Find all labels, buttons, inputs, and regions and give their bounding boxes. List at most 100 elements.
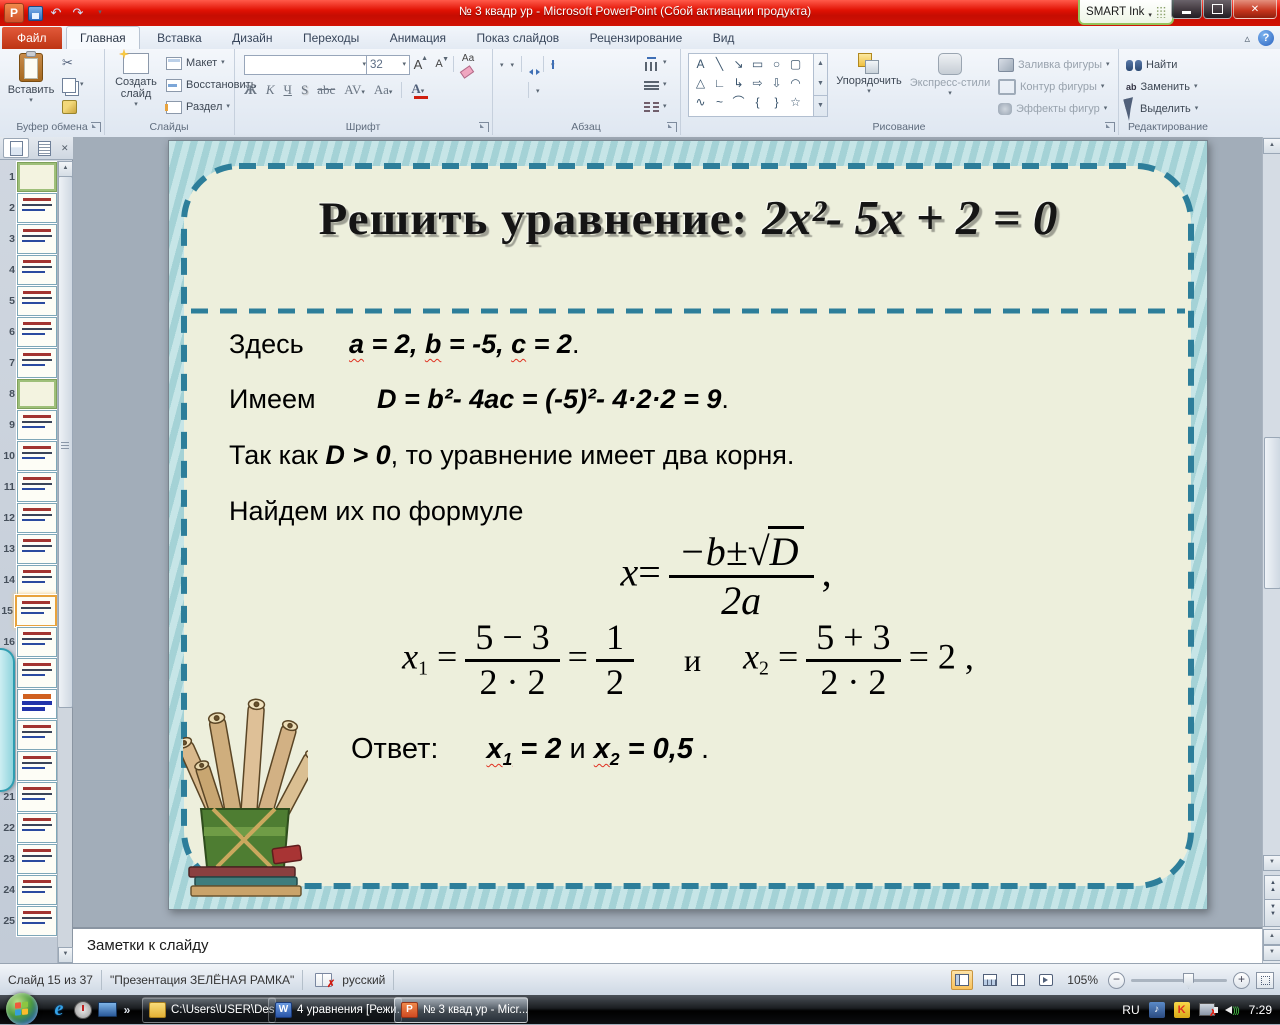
find-button[interactable]: Найти xyxy=(1126,56,1177,74)
font-dialog-launcher-icon[interactable] xyxy=(479,122,489,132)
help-icon[interactable]: ? xyxy=(1258,30,1274,46)
slides-tab[interactable] xyxy=(3,138,29,158)
notes-scrollbar[interactable]: ▲ ▼ xyxy=(1262,927,1280,963)
fit-to-window-button[interactable] xyxy=(1256,971,1274,989)
slide-thumbnail-1[interactable]: 1 xyxy=(0,160,58,193)
shape-icon[interactable]: { xyxy=(748,93,767,112)
shape-icon[interactable]: ◠ xyxy=(786,74,805,93)
spellcheck-icon[interactable]: ✗ xyxy=(315,973,335,990)
slide-thumbnail-15[interactable]: 15 xyxy=(0,593,58,628)
change-case-button[interactable]: Аа▾ xyxy=(374,82,393,98)
notes-pane[interactable]: Заметки к слайду xyxy=(73,927,1262,965)
shape-icon[interactable]: ○ xyxy=(767,55,786,74)
line-spacing-button[interactable]: ▾ xyxy=(551,58,555,70)
slide-thumbnail-22[interactable]: 22 xyxy=(0,811,58,844)
volume-tray-icon[interactable]: ))) xyxy=(1213,1002,1240,1018)
normal-view-button[interactable] xyxy=(951,970,974,990)
slide-scrollbar[interactable]: ▲ ▼ ▲ ▲ ▼ ▼ xyxy=(1262,137,1280,927)
shape-icon[interactable]: ⇨ xyxy=(748,74,767,93)
underline-button[interactable]: Ч xyxy=(284,82,292,98)
align-text-button[interactable]: ▾ xyxy=(644,76,667,94)
body-line-1[interactable]: Здесь a = 2, b = -5, c = 2. xyxy=(229,329,579,360)
network-tray-icon[interactable]: ✗ xyxy=(1198,1002,1218,1019)
close-button[interactable]: ✕ xyxy=(1233,0,1277,19)
shape-icon[interactable]: ↘ xyxy=(729,55,748,74)
taskbar-window-word[interactable]: W4 уравнения [Режи... xyxy=(268,997,402,1023)
shape-icon[interactable]: ⌒ xyxy=(729,93,748,112)
slide-thumbnail-12[interactable]: 12 xyxy=(0,501,58,534)
zoom-slider-thumb[interactable] xyxy=(1183,972,1194,989)
cut-button[interactable]: ✂ xyxy=(62,54,73,72)
text-shadow-button[interactable]: S xyxy=(301,82,308,98)
next-slide-button[interactable]: ▼ ▼ xyxy=(1264,899,1280,927)
notes-scroll-up-icon[interactable]: ▲ xyxy=(1263,929,1280,945)
slide-thumbnail-14[interactable]: 14 xyxy=(0,563,58,596)
slide-thumbnail-2[interactable]: 2 xyxy=(0,191,58,224)
shape-outline-button[interactable]: Контур фигуры ▾ xyxy=(998,78,1104,96)
convert-smartart-button[interactable]: ▾ xyxy=(644,98,667,116)
formula-root-values[interactable]: x1 = 5 − 32 · 2 = 1 2 и x2 = 5 + 32 · 2 = 2 , xyxy=(169,618,1207,702)
gallery-down-icon[interactable]: ▼ xyxy=(814,74,827,94)
tab-view[interactable]: Вид xyxy=(700,27,748,49)
slide-thumbnail-7[interactable]: 7 xyxy=(0,346,58,379)
shape-icon[interactable]: ↳ xyxy=(729,74,748,93)
gallery-up-icon[interactable]: ▲ xyxy=(814,54,827,74)
drawing-dialog-launcher-icon[interactable] xyxy=(1105,122,1115,132)
panel-scroll-up-icon[interactable]: ▲ xyxy=(58,161,73,177)
shape-icon[interactable]: ⇩ xyxy=(767,74,786,93)
internet-explorer-icon[interactable]: e xyxy=(48,998,70,1021)
italic-button[interactable]: К xyxy=(266,82,275,98)
scroll-up-icon[interactable]: ▲ xyxy=(1263,138,1280,154)
body-line-2[interactable]: Имеем D = b²- 4ac = (-5)²- 4·2·2 = 9. xyxy=(229,384,729,415)
zoom-slider[interactable] xyxy=(1131,972,1227,989)
taskbar-window-explorer[interactable]: C:\Users\USER\Desk... xyxy=(142,997,276,1023)
slide-thumbnail-8[interactable]: 8 xyxy=(0,377,58,410)
shape-icon[interactable]: ∿ xyxy=(691,93,710,112)
gallery-more-icon[interactable]: ▼ xyxy=(814,94,827,116)
text-direction-button[interactable]: ▾ xyxy=(644,54,667,72)
strikethrough-button[interactable]: abc xyxy=(317,82,335,98)
shape-icon[interactable]: ∟ xyxy=(710,74,729,93)
clock-app-icon[interactable] xyxy=(72,998,94,1021)
panel-close-icon[interactable]: ✕ xyxy=(61,143,69,154)
collapse-ribbon-icon[interactable]: ▵ xyxy=(1244,32,1250,45)
clear-formatting-button[interactable]: Аа xyxy=(458,49,478,79)
format-painter-button[interactable] xyxy=(62,98,77,116)
shape-icon[interactable]: ~ xyxy=(710,93,729,112)
panel-scroll-down-icon[interactable]: ▼ xyxy=(58,947,73,963)
shape-icon[interactable]: A xyxy=(691,55,710,74)
display-app-icon[interactable] xyxy=(96,998,118,1021)
slide-thumbnail-9[interactable]: 9 xyxy=(0,408,58,441)
zoom-out-button[interactable]: − xyxy=(1108,971,1125,989)
character-spacing-button[interactable]: AV▾ xyxy=(344,82,365,98)
shape-icon[interactable]: △ xyxy=(691,74,710,93)
redo-icon[interactable]: ↷ xyxy=(69,4,87,22)
maximize-button[interactable] xyxy=(1203,0,1232,19)
answer-line[interactable]: Ответ: x1 = 2 и x2 = 0,5 . xyxy=(351,733,709,770)
quick-styles-button[interactable]: Экспресс-стили ▾ xyxy=(908,53,992,97)
shape-icon[interactable]: ╲ xyxy=(710,55,729,74)
arrange-button[interactable]: Упорядочить ▾ xyxy=(834,53,904,95)
notes-scroll-down-icon[interactable]: ▼ xyxy=(1263,945,1280,961)
taskbar-window-powerpoint[interactable]: P № 3 квад ур - Micr... xyxy=(394,997,528,1023)
language-indicator[interactable]: русский xyxy=(342,973,385,987)
slide-thumbnail-10[interactable]: 10 xyxy=(0,439,58,472)
scroll-thumb[interactable] xyxy=(1264,437,1280,589)
formula-quadratic-roots[interactable]: x= −b±√D 2a, xyxy=(207,526,1245,622)
shape-fill-button[interactable]: Заливка фигуры ▾ xyxy=(998,56,1110,74)
tab-file[interactable]: Файл xyxy=(2,27,62,49)
bullets-button[interactable]: ▾ xyxy=(500,58,504,70)
slide-thumbnail-5[interactable]: 5 xyxy=(0,284,58,317)
zoom-in-button[interactable]: + xyxy=(1233,971,1250,989)
quick-launch-overflow-icon[interactable]: » xyxy=(120,998,134,1021)
shapes-gallery[interactable]: A ╲ ↘ ▭ ○ ▢ △ ∟ ↳ ⇨ ⇩ ◠ ∿ ~ ⌒{} ☆ xyxy=(688,53,816,117)
shape-icon[interactable]: ▢ xyxy=(786,55,805,74)
slide[interactable]: Решить уравнение: 2x²- 5x + 2 = 0 Здесь a … xyxy=(168,140,1208,910)
panel-scrollbar[interactable]: ▲ ▼ xyxy=(57,161,73,963)
shape-effects-button[interactable]: Эффекты фигур ▾ xyxy=(998,100,1107,118)
language-tray-indicator[interactable]: RU xyxy=(1122,1003,1139,1017)
antivirus-tray-icon[interactable]: K xyxy=(1173,1001,1190,1018)
font-name-combo[interactable]: ▾ xyxy=(244,55,370,75)
device-tray-icon[interactable]: ♪ xyxy=(1148,1001,1165,1018)
numbering-button[interactable]: ▾ xyxy=(511,58,515,70)
